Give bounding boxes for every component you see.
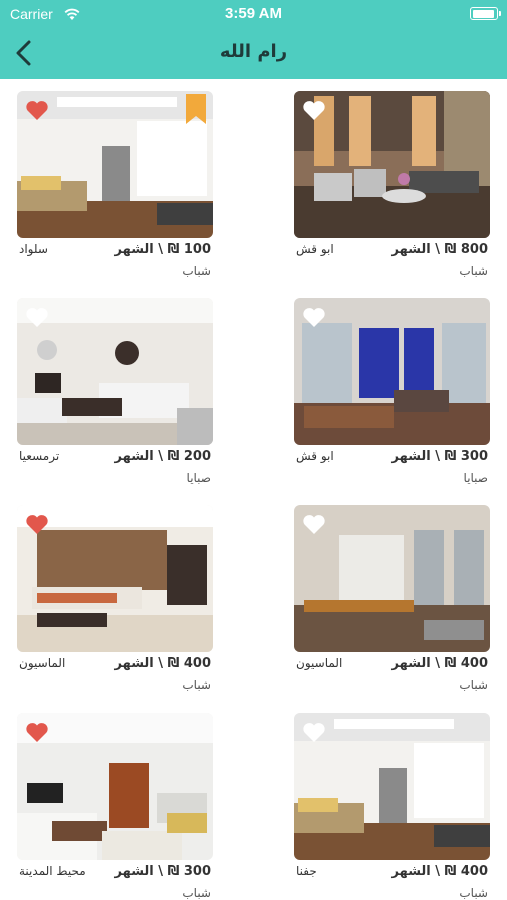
- listing-price: 400 ₪ \ الشهر: [391, 864, 488, 879]
- listing-area: جفنا: [296, 864, 317, 878]
- listing-card[interactable]: 200 ₪ \ الشهر ترمسعيا صبايا: [17, 286, 213, 491]
- listing-card[interactable]: 300 ₪ \ الشهر ابو قش صبايا: [294, 286, 490, 491]
- heart-icon[interactable]: [25, 721, 49, 743]
- page-title: رام الله: [219, 41, 288, 62]
- listing-type: شباب: [459, 886, 488, 900]
- heart-icon[interactable]: [302, 306, 326, 328]
- listing-price: 100 ₪ \ الشهر: [114, 242, 211, 257]
- listing-card[interactable]: 400 ₪ \ الشهر الماسيون شباب: [294, 493, 490, 698]
- listing-area: سلواد: [19, 242, 48, 256]
- battery-icon: [470, 7, 501, 20]
- listing-price: 300 ₪ \ الشهر: [391, 449, 488, 464]
- listing-type: شباب: [182, 886, 211, 900]
- listing-price: 800 ₪ \ الشهر: [391, 242, 488, 257]
- listing-type: شباب: [182, 678, 211, 692]
- bookmark-icon: [186, 94, 206, 124]
- listing-type: شباب: [459, 264, 488, 278]
- listing-type: شباب: [182, 264, 211, 278]
- listing-type: صبايا: [186, 471, 211, 485]
- listing-price: 400 ₪ \ الشهر: [114, 656, 211, 671]
- listing-area: ترمسعيا: [19, 449, 60, 463]
- listing-area: الماسيون: [19, 656, 66, 670]
- listing-card[interactable]: 300 ₪ \ الشهر محيط المدينة شباب: [17, 701, 213, 900]
- listing-card[interactable]: 100 ₪ \ الشهر سلواد شباب: [17, 79, 213, 284]
- listing-type: شباب: [459, 678, 488, 692]
- listing-card[interactable]: 400 ₪ \ الشهر جفنا شباب: [294, 701, 490, 900]
- heart-icon[interactable]: [302, 721, 326, 743]
- listing-price: 200 ₪ \ الشهر: [114, 449, 211, 464]
- listing-area: ابو قش: [296, 449, 334, 463]
- listing-price: 300 ₪ \ الشهر: [114, 864, 211, 879]
- top-bar: Carrier 3:59 AM رام الله: [0, 0, 507, 79]
- clock: 3:59 AM: [225, 5, 282, 22]
- listing-card[interactable]: 400 ₪ \ الشهر الماسيون شباب: [17, 493, 213, 698]
- status-bar: Carrier 3:59 AM: [0, 0, 507, 28]
- heart-icon[interactable]: [302, 513, 326, 535]
- listing-area: ابو قش: [296, 242, 334, 256]
- heart-icon[interactable]: [25, 99, 49, 121]
- heart-icon[interactable]: [25, 306, 49, 328]
- listings-grid: 800 ₪ \ الشهر ابو قش شباب 100 ₪ \ الشهر: [0, 79, 507, 900]
- listing-area: محيط المدينة: [19, 864, 86, 878]
- heart-icon[interactable]: [25, 513, 49, 535]
- listing-type: صبايا: [463, 471, 488, 485]
- listing-price: 400 ₪ \ الشهر: [391, 656, 488, 671]
- heart-icon[interactable]: [302, 99, 326, 121]
- listing-area: الماسيون: [296, 656, 343, 670]
- listing-card[interactable]: 800 ₪ \ الشهر ابو قش شباب: [294, 79, 490, 284]
